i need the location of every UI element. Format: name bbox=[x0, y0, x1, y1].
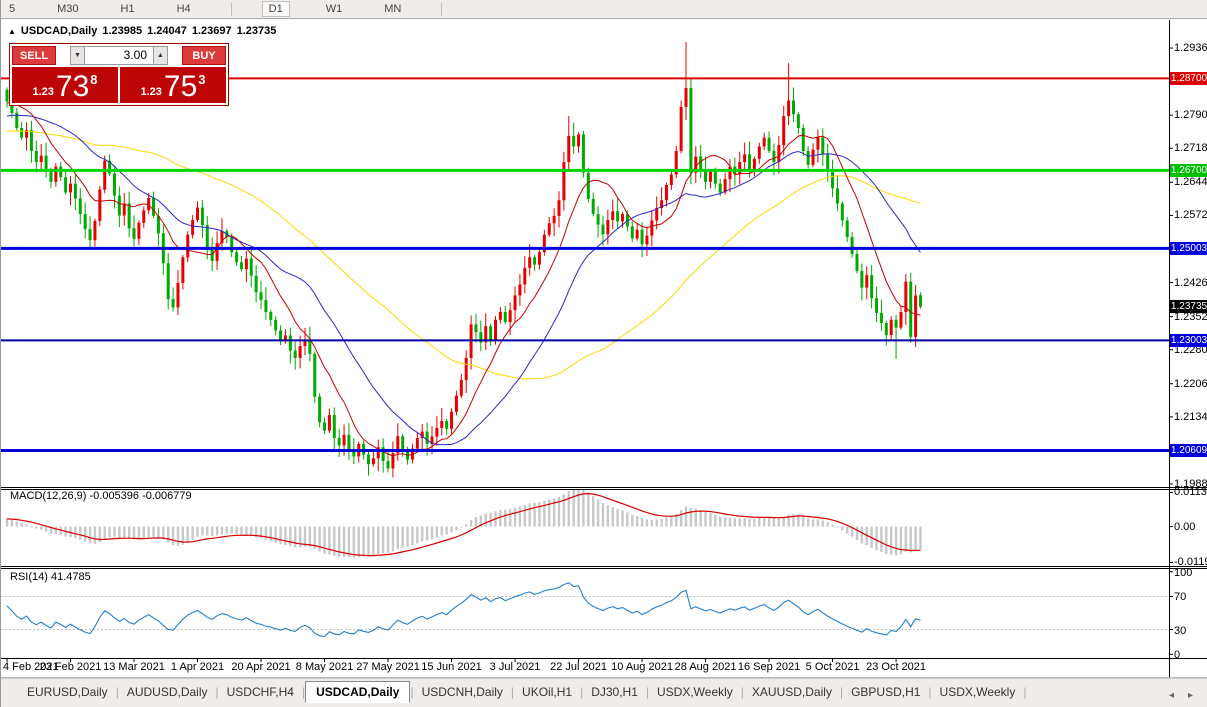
symbol-tab-gbpusd-9[interactable]: GBPUSD,H1 bbox=[843, 683, 928, 701]
timeframe-button-mn[interactable]: MN bbox=[378, 2, 407, 16]
ohlc-low: 1.23697 bbox=[192, 25, 232, 37]
price-level-badge: 1.23003 bbox=[1170, 334, 1207, 347]
symbol-tabbar: EURUSD,Daily|AUDUSD,Daily|USDCHF,H4|USDC… bbox=[1, 678, 1207, 707]
date-axis-label: 22 Jul 2021 bbox=[550, 661, 607, 673]
symbol-tab-dj30-6[interactable]: DJ30,H1 bbox=[583, 683, 646, 701]
price-axis-tick-label: 1.21340 bbox=[1174, 411, 1207, 423]
rsi-axis-tick-label: 0 bbox=[1174, 649, 1180, 661]
rsi-axis-tick-label: 30 bbox=[1174, 625, 1186, 637]
date-axis-label: 8 May 2021 bbox=[296, 661, 353, 673]
one-click-trading-panel: SELL ▼ 3.00 ▲ BUY 1.23 73 8 1.23 75 3 bbox=[9, 43, 229, 106]
date-axis-label: 3 Jul 2021 bbox=[490, 661, 541, 673]
timeframe-button-h1[interactable]: H1 bbox=[115, 2, 141, 16]
price-axis-tick-label: 1.26440 bbox=[1174, 176, 1207, 188]
collapse-icon[interactable]: ▲ bbox=[8, 27, 16, 36]
sell-button[interactable]: SELL bbox=[12, 46, 56, 65]
date-axis-label: 13 Mar 2021 bbox=[103, 661, 165, 673]
price-axis-tick-label: 1.22060 bbox=[1174, 378, 1207, 390]
price-axis-tick-label: 1.27900 bbox=[1174, 109, 1207, 121]
volume-input[interactable]: 3.00 bbox=[85, 46, 153, 65]
price-axis-tick-label: 1.27180 bbox=[1174, 142, 1207, 154]
date-axis-label: 23 Feb 2021 bbox=[40, 661, 102, 673]
symbol-tab-xauusd-8[interactable]: XAUUSD,Daily bbox=[744, 683, 840, 701]
price-axis-tick-label: 1.24260 bbox=[1174, 277, 1207, 289]
buy-price-pip: 3 bbox=[198, 72, 205, 87]
ohlc-close: 1.23735 bbox=[237, 25, 277, 37]
symbol-tab-audusd-1[interactable]: AUDUSD,Daily bbox=[119, 683, 216, 701]
timeframe-button-5[interactable]: 5 bbox=[3, 2, 21, 16]
sell-price-big: 73 bbox=[56, 73, 89, 101]
trading-terminal-window: 5 M30 H1 H4 D1 W1 MN ▲ USDCAD,Daily 1.23985 1.… bbox=[0, 0, 1207, 707]
date-axis-label: 28 Aug 2021 bbox=[675, 661, 737, 673]
macd-value-signal: -0.006779 bbox=[142, 490, 192, 502]
sell-price-pip: 8 bbox=[90, 72, 97, 87]
ohlc-high: 1.24047 bbox=[147, 25, 187, 37]
date-axis-label: 5 Oct 2021 bbox=[806, 661, 860, 673]
buy-button[interactable]: BUY bbox=[182, 46, 226, 65]
buy-price-box[interactable]: 1.23 75 3 bbox=[120, 67, 226, 103]
price-level-badge: 1.25003 bbox=[1170, 242, 1207, 255]
macd-label: MACD(12,26,9) -0.005396 -0.006779 bbox=[8, 490, 194, 502]
price-level-badge: 1.28700 bbox=[1170, 72, 1207, 85]
date-axis-label: 15 Jun 2021 bbox=[421, 661, 482, 673]
symbol-tab-usdcnh-4[interactable]: USDCNH,Daily bbox=[414, 683, 511, 701]
chart-canvas[interactable] bbox=[1, 0, 1207, 707]
timeframe-button-h4[interactable]: H4 bbox=[171, 2, 197, 16]
volume-increase-button[interactable]: ▲ bbox=[153, 46, 168, 65]
timeframe-button-m30[interactable]: M30 bbox=[51, 2, 84, 16]
price-axis-tick-label: 1.25720 bbox=[1174, 209, 1207, 221]
date-axis-label: 20 Apr 2021 bbox=[231, 661, 290, 673]
volume-spinner: ▼ 3.00 ▲ bbox=[70, 46, 168, 65]
timeframe-button-w1[interactable]: W1 bbox=[320, 2, 349, 16]
date-axis-label: 16 Sep 2021 bbox=[738, 661, 800, 673]
price-level-badge: 1.26700 bbox=[1170, 164, 1207, 177]
symbol-tab-eurusd-0[interactable]: EURUSD,Daily bbox=[19, 683, 116, 701]
rsi-value: 41.4785 bbox=[51, 571, 91, 583]
rsi-axis-tick-label: 100 bbox=[1174, 567, 1192, 579]
price-level-badge: 1.23735 bbox=[1170, 300, 1207, 313]
date-axis-label: 10 Aug 2021 bbox=[611, 661, 673, 673]
symbol-name: USDCAD,Daily bbox=[21, 25, 97, 37]
symbol-tab-usdchf-2[interactable]: USDCHF,H4 bbox=[219, 683, 302, 701]
macd-axis-tick-label: 0.00 bbox=[1174, 521, 1195, 533]
sell-price-prefix: 1.23 bbox=[32, 86, 53, 98]
buy-price-prefix: 1.23 bbox=[140, 86, 161, 98]
tab-separator: | bbox=[1023, 683, 1026, 701]
timeframe-button-d1[interactable]: D1 bbox=[262, 1, 290, 17]
date-axis-label: 23 Oct 2021 bbox=[866, 661, 926, 673]
symbol-tab-ukoil-5[interactable]: UKOil,H1 bbox=[514, 683, 580, 701]
chart-title: ▲ USDCAD,Daily 1.23985 1.24047 1.23697 1… bbox=[8, 25, 276, 37]
timeframe-toolbar: 5 M30 H1 H4 D1 W1 MN bbox=[1, 0, 1207, 19]
symbol-tab-usdcad-3[interactable]: USDCAD,Daily bbox=[305, 681, 410, 703]
sell-price-box[interactable]: 1.23 73 8 bbox=[12, 67, 118, 103]
symbol-tab-usdx-7[interactable]: USDX,Weekly bbox=[649, 683, 741, 701]
date-axis-label: 1 Apr 2021 bbox=[171, 661, 224, 673]
tab-scroll-right-icon[interactable]: ▸ bbox=[1188, 690, 1193, 701]
rsi-name: RSI(14) bbox=[10, 571, 48, 583]
ohlc-open: 1.23985 bbox=[102, 25, 142, 37]
price-axis-tick-label: 1.29360 bbox=[1174, 42, 1207, 54]
volume-decrease-button[interactable]: ▼ bbox=[70, 46, 85, 65]
macd-value-main: -0.005396 bbox=[89, 490, 139, 502]
toolbar-separator bbox=[441, 3, 442, 16]
buy-price-big: 75 bbox=[164, 73, 197, 101]
date-axis-label: 27 May 2021 bbox=[356, 661, 420, 673]
rsi-label: RSI(14) 41.4785 bbox=[8, 571, 93, 583]
tab-scroll-left-icon[interactable]: ◂ bbox=[1169, 690, 1174, 701]
rsi-axis-tick-label: 70 bbox=[1174, 591, 1186, 603]
symbol-tab-usdx-10[interactable]: USDX,Weekly bbox=[932, 683, 1024, 701]
macd-name: MACD(12,26,9) bbox=[10, 490, 86, 502]
toolbar-separator bbox=[231, 3, 232, 16]
tab-scroll-nav: ◂ ▸ bbox=[1169, 690, 1193, 701]
price-level-badge: 1.20609 bbox=[1170, 444, 1207, 457]
macd-axis-tick-label: 0.01135 bbox=[1174, 486, 1207, 498]
